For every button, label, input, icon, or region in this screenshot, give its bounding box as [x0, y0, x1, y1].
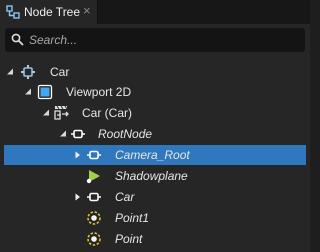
node-icon — [86, 147, 102, 163]
chevron-right-icon[interactable] — [73, 149, 83, 161]
tree-item[interactable]: Car (Car) — [0, 103, 310, 123]
search-icon — [11, 33, 24, 46]
tree-item-label: Viewport 2D — [66, 85, 132, 99]
chevron-down-icon[interactable] — [59, 128, 69, 140]
tree-item[interactable]: Car — [0, 62, 310, 82]
tab-node-tree[interactable]: Node Tree × — [0, 0, 98, 24]
tab-label: Node Tree — [24, 5, 81, 19]
node3d-icon — [20, 64, 36, 80]
light-icon — [86, 231, 102, 247]
light-icon — [86, 210, 102, 226]
tree-item-label: Car (Car) — [82, 106, 132, 120]
tree-item-label: Shadowplane — [115, 169, 188, 183]
tree-item-label: Point1 — [115, 211, 150, 225]
tree-item[interactable]: Viewport 2D — [0, 82, 310, 102]
tree-item-label: Car — [115, 190, 135, 204]
node-icon — [70, 126, 86, 142]
chevron-down-icon[interactable] — [42, 107, 52, 119]
tab-bar: Node Tree × — [0, 0, 310, 24]
search-input[interactable] — [29, 30, 299, 50]
tree-item[interactable]: Shadowplane — [0, 166, 310, 186]
node-icon — [86, 189, 102, 205]
tree-item-label: Car — [50, 65, 70, 79]
chevron-right-icon[interactable] — [73, 191, 83, 203]
chevron-down-icon[interactable] — [6, 66, 16, 78]
mesh-icon — [86, 168, 102, 184]
node-tree-icon — [6, 5, 20, 19]
tree-item-label: Point — [115, 232, 143, 246]
tree-item-label: RootNode — [98, 127, 153, 141]
tree-item[interactable]: Point — [0, 229, 310, 249]
tree-item-label: Camera_Root — [115, 148, 190, 162]
chevron-down-icon[interactable] — [24, 86, 34, 98]
close-icon[interactable]: × — [83, 4, 91, 18]
tree-item[interactable]: RootNode — [0, 124, 310, 144]
tree-item[interactable]: Point1 — [0, 208, 310, 228]
tree-item[interactable]: Car — [0, 187, 310, 207]
tree-item[interactable]: Camera_Root — [4, 145, 306, 165]
search-box[interactable] — [5, 28, 305, 52]
scene-instance-icon — [54, 105, 70, 121]
viewport-icon — [37, 84, 53, 100]
